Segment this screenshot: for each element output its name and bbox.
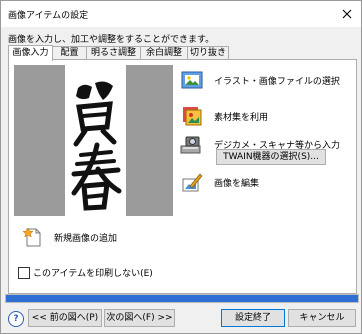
add-new-image-label: 新規画像の追加 xyxy=(54,233,118,244)
tab-brightness[interactable]: 明るさ調整 xyxy=(86,46,141,60)
new-document-icon xyxy=(23,227,41,247)
preview-paper xyxy=(65,65,126,216)
select-file-label: イラスト・画像ファイルの選択 xyxy=(214,76,340,87)
image-preview[interactable] xyxy=(14,65,173,216)
cancel-button[interactable]: キャンセル xyxy=(288,309,356,327)
intro-text: 画像を入力し、加工や調整をすることができます。 xyxy=(8,35,215,45)
use-materials-label: 素材集を利用 xyxy=(214,112,269,123)
tab-image-input[interactable]: 画像入力 xyxy=(8,45,53,61)
close-button[interactable] xyxy=(337,4,357,24)
progress-fill xyxy=(6,295,358,302)
no-print-checkbox[interactable] xyxy=(18,266,30,279)
select-file-action[interactable]: イラスト・画像ファイルの選択 xyxy=(180,68,340,92)
next-figure-button[interactable]: 次の図へ(F) >> xyxy=(104,309,175,327)
calligraphy-image xyxy=(71,81,122,211)
no-print-option[interactable]: このアイテムを印刷しない(E) xyxy=(18,266,153,279)
prev-figure-button[interactable]: << 前の図へ(P) xyxy=(28,309,102,327)
picture-folder-icon xyxy=(181,71,203,89)
help-button[interactable]: ? xyxy=(8,311,24,327)
tab-placement[interactable]: 配置 xyxy=(52,46,87,60)
tab-panel: イラスト・画像ファイルの選択 素材集を利用 デジカメ・スキャナ等から入力 TWA… xyxy=(8,59,357,294)
material-collection-icon xyxy=(183,107,202,126)
edit-image-label: 画像を編集 xyxy=(214,178,260,189)
tab-margin[interactable]: 余白調整 xyxy=(140,46,188,60)
add-new-image-action[interactable]: 新規画像の追加 xyxy=(23,226,117,248)
progress-bar xyxy=(5,294,359,303)
edit-image-icon xyxy=(182,173,203,192)
twain-select-button[interactable]: TWAIN機器の選択(S)... xyxy=(216,149,326,165)
tab-crop[interactable]: 切り抜き xyxy=(187,46,229,60)
dialog-window: 画像アイテムの設定 画像を入力し、加工や調整をすることができます。 画像入力 配… xyxy=(0,0,362,334)
edit-image-action[interactable]: 画像を編集 xyxy=(180,170,259,194)
close-icon xyxy=(342,9,352,19)
finish-settings-button[interactable]: 設定終了 xyxy=(221,309,285,327)
camera-scanner-icon xyxy=(180,136,201,154)
no-print-label: このアイテムを印刷しない(E) xyxy=(33,269,153,279)
use-materials-action[interactable]: 素材集を利用 xyxy=(180,104,268,128)
window-title: 画像アイテムの設定 xyxy=(8,11,89,21)
title-bar: 画像アイテムの設定 xyxy=(1,1,361,27)
